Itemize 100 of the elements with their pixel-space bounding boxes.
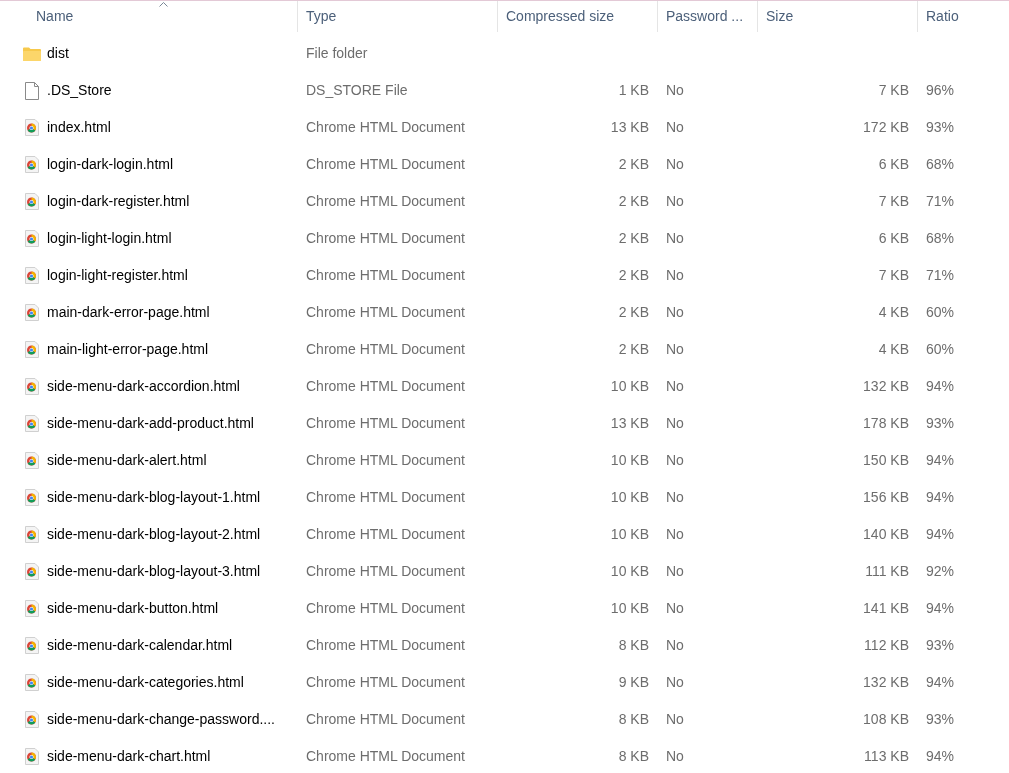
file-size: 111 KB: [865, 562, 909, 581]
compressed-size: 13 KB: [610, 118, 649, 137]
file-size: 4 KB: [878, 303, 909, 322]
chrome-file-icon: [25, 600, 39, 617]
password-protected: No: [666, 377, 684, 396]
file-size: 7 KB: [878, 266, 909, 285]
compression-ratio: 93%: [926, 710, 955, 729]
file-name[interactable]: side-menu-dark-accordion.html: [47, 376, 240, 397]
file-name[interactable]: main-dark-error-page.html: [47, 302, 210, 323]
password-protected: No: [666, 192, 684, 211]
compressed-size: 8 KB: [618, 710, 649, 729]
file-type: Chrome HTML Document: [306, 636, 465, 655]
file-type: Chrome HTML Document: [306, 229, 465, 248]
column-header[interactable]: Password ...: [658, 1, 758, 32]
file-type: Chrome HTML Document: [306, 599, 465, 618]
compression-ratio: 96%: [926, 81, 955, 100]
password-protected: No: [666, 562, 684, 581]
chrome-file-icon: [25, 304, 39, 321]
file-size: 172 KB: [863, 118, 909, 137]
file-size: 7 KB: [878, 192, 909, 211]
file-name[interactable]: side-menu-dark-alert.html: [47, 450, 207, 471]
file-size: 140 KB: [863, 525, 909, 544]
compression-ratio: 94%: [926, 747, 955, 766]
compression-ratio: 93%: [926, 118, 955, 137]
file-name[interactable]: side-menu-dark-chart.html: [47, 746, 211, 767]
compressed-size: 2 KB: [618, 229, 649, 248]
folder-icon: [23, 46, 41, 61]
file-name[interactable]: side-menu-dark-blog-layout-1.html: [47, 487, 261, 508]
file-size: 7 KB: [878, 81, 909, 100]
file-type: Chrome HTML Document: [306, 266, 465, 285]
file-type: Chrome HTML Document: [306, 488, 465, 507]
file-name[interactable]: index.html: [47, 117, 111, 138]
file-name[interactable]: main-light-error-page.html: [47, 339, 209, 360]
compressed-size: 2 KB: [618, 303, 649, 322]
chrome-file-icon: [25, 711, 39, 728]
password-protected: No: [666, 673, 684, 692]
compression-ratio: 92%: [926, 562, 955, 581]
file-name[interactable]: login-dark-register.html: [47, 191, 190, 212]
compression-ratio: 71%: [926, 192, 955, 211]
compressed-size: 8 KB: [618, 636, 649, 655]
password-protected: No: [666, 636, 684, 655]
compression-ratio: 71%: [926, 266, 955, 285]
column-header[interactable]: Ratio: [918, 1, 1009, 32]
file-type: Chrome HTML Document: [306, 192, 465, 211]
compressed-size: 10 KB: [610, 377, 649, 396]
file-name[interactable]: side-menu-dark-add-product.html: [47, 413, 254, 434]
compressed-size: 13 KB: [610, 414, 649, 433]
file-name[interactable]: side-menu-dark-change-password....: [47, 709, 275, 730]
chrome-file-icon: [25, 526, 39, 543]
file-size: 108 KB: [863, 710, 909, 729]
password-protected: No: [666, 414, 684, 433]
file-name[interactable]: login-light-register.html: [47, 265, 188, 286]
compressed-size: 2 KB: [618, 340, 649, 359]
compressed-size: 9 KB: [618, 673, 649, 692]
file-name[interactable]: dist: [47, 43, 69, 64]
chrome-file-icon: [25, 748, 39, 765]
column-header[interactable]: Compressed size: [498, 1, 658, 32]
compression-ratio: 94%: [926, 599, 955, 618]
column-header[interactable]: Size: [758, 1, 918, 32]
file-size: 178 KB: [863, 414, 909, 433]
compression-ratio: 93%: [926, 414, 955, 433]
password-protected: No: [666, 81, 684, 100]
file-size: 6 KB: [878, 155, 909, 174]
column-header[interactable]: Type: [298, 1, 498, 32]
file-name[interactable]: login-light-login.html: [47, 228, 172, 249]
compressed-size: 10 KB: [610, 488, 649, 507]
password-protected: No: [666, 525, 684, 544]
file-size: 6 KB: [878, 229, 909, 248]
compression-ratio: 94%: [926, 451, 955, 470]
chrome-file-icon: [25, 674, 39, 691]
password-protected: No: [666, 266, 684, 285]
file-name[interactable]: side-menu-dark-blog-layout-2.html: [47, 524, 261, 545]
password-protected: No: [666, 451, 684, 470]
file-name[interactable]: side-menu-dark-calendar.html: [47, 635, 233, 656]
file-name[interactable]: side-menu-dark-blog-layout-3.html: [47, 561, 261, 582]
file-name[interactable]: side-menu-dark-categories.html: [47, 672, 244, 693]
file-name[interactable]: .DS_Store: [47, 80, 112, 101]
compression-ratio: 93%: [926, 636, 955, 655]
compressed-size: 2 KB: [618, 266, 649, 285]
file-type: Chrome HTML Document: [306, 414, 465, 433]
file-size: 112 KB: [864, 636, 909, 655]
file-type: Chrome HTML Document: [306, 710, 465, 729]
file-type: Chrome HTML Document: [306, 451, 465, 470]
file-size: 132 KB: [863, 673, 909, 692]
password-protected: No: [666, 488, 684, 507]
file-size: 150 KB: [863, 451, 909, 470]
file-size: 141 KB: [863, 599, 909, 618]
chrome-file-icon: [25, 489, 39, 506]
file-type: Chrome HTML Document: [306, 525, 465, 544]
file-name[interactable]: login-dark-login.html: [47, 154, 174, 175]
chrome-file-icon: [25, 267, 39, 284]
password-protected: No: [666, 340, 684, 359]
file-size: 113 KB: [864, 747, 909, 766]
compression-ratio: 94%: [926, 673, 955, 692]
file-name[interactable]: side-menu-dark-button.html: [47, 598, 219, 619]
file-type: Chrome HTML Document: [306, 747, 465, 766]
compressed-size: 2 KB: [618, 192, 649, 211]
file-type: Chrome HTML Document: [306, 303, 465, 322]
file-type: DS_STORE File: [306, 81, 408, 100]
column-header[interactable]: Name: [0, 1, 298, 32]
